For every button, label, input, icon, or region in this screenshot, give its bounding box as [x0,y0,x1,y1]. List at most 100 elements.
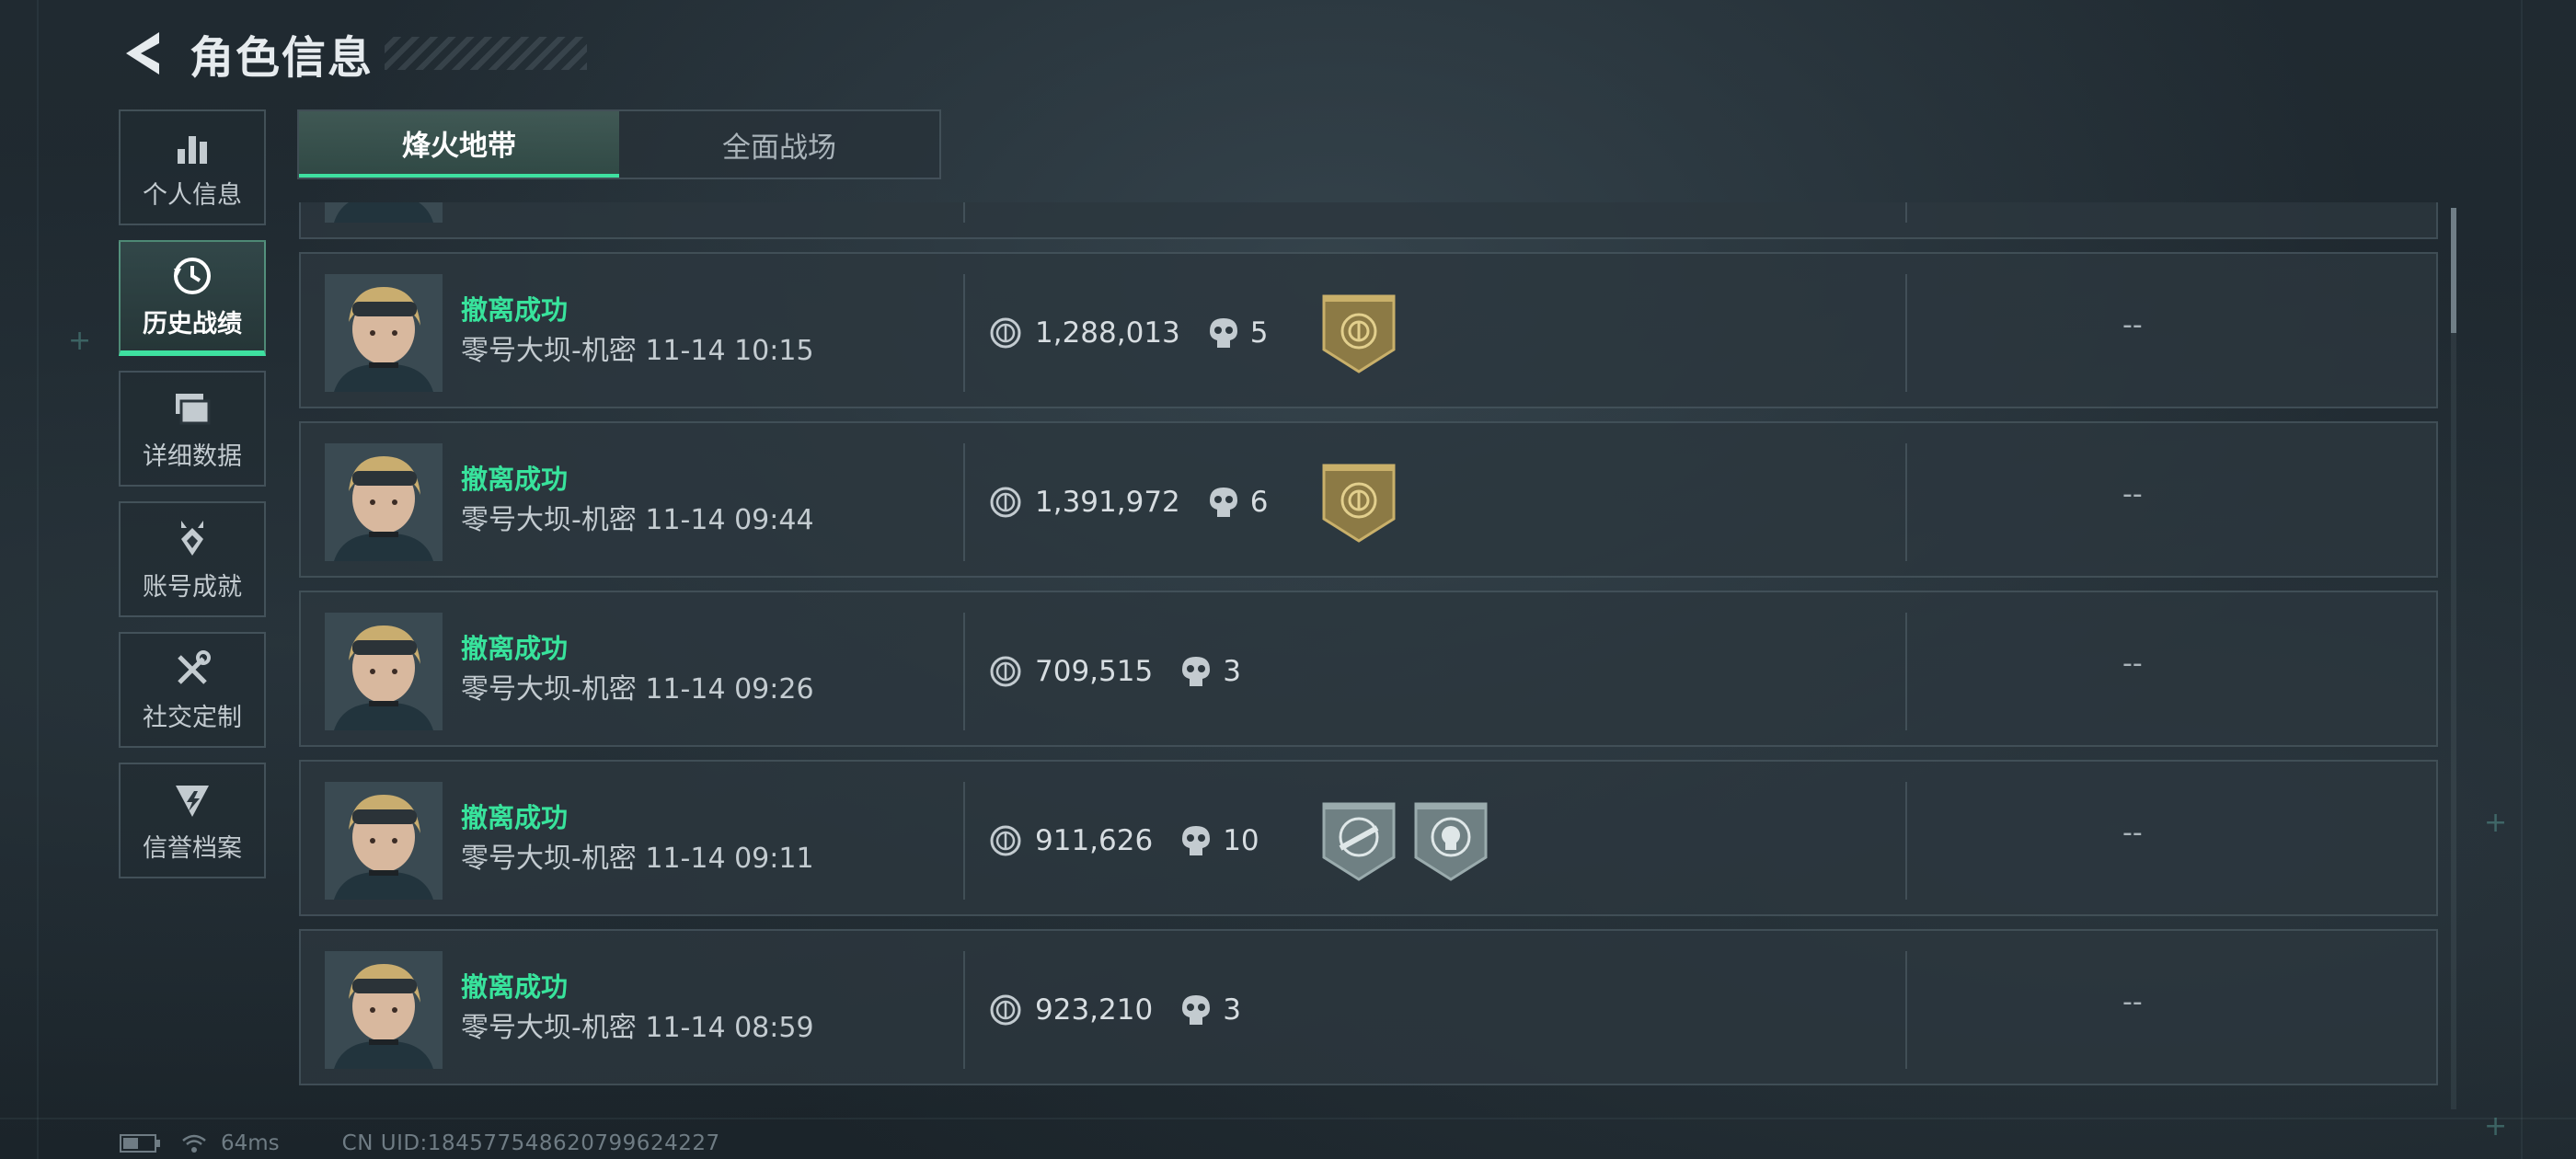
row-divider [1905,274,1907,392]
extra-value: -- [2122,478,2143,511]
extract-value-group: 923,210 3 [989,990,1241,1030]
match-map-time: 零号大坝-机密 11-14 08:59 [461,1012,814,1044]
sidebar-item-match-history[interactable]: 历史战绩 [119,240,266,356]
operator-avatar [325,202,443,223]
match-map-time: 零号大坝-机密 11-14 10:15 [461,335,814,367]
extract-value-group: 1,288,013 5 [989,313,1269,353]
coin-icon [989,486,1022,519]
row-divider [963,613,965,730]
status-footer: 64ms CN UID:1845775486207996242​27 [120,1130,720,1157]
wifi-icon [180,1132,208,1154]
match-row[interactable]: 撤离成功 零号大坝-机密 11-14 09:26 709,515 3 -- [299,591,2438,747]
match-row[interactable]: 撤离成功零号大坝-机密 11-14 09:44 1,391,972 6 -- [299,421,2438,578]
skull-icon [1208,316,1239,350]
match-badges [1320,462,1412,545]
row-divider [1905,202,1907,223]
title-decoration [385,37,588,70]
extra-value: -- [2122,817,2143,849]
coin-icon [989,824,1022,857]
coin-icon [989,316,1022,350]
extra-value: -- [2122,309,2143,341]
match-badges [1320,800,1504,883]
extract-value: 911,626 [1035,824,1154,857]
credit-shield-icon [170,778,214,822]
operator-avatar [325,613,443,730]
battery-icon [120,1133,162,1153]
operator-avatar [325,951,443,1069]
match-row[interactable]: 撤离成功零号大坝-机密 11-14 10:32648,5126-- [299,202,2438,239]
row-divider [963,951,965,1069]
sidebar-item-credit-record[interactable]: 信誉档案 [119,763,266,878]
silver-rifle-badge[interactable] [1320,800,1397,883]
match-list-inner: 撤离成功零号大坝-机密 11-14 10:32648,5126--撤离成功零号大… [299,202,2438,1098]
match-row[interactable]: 撤离成功 零号大坝-机密 11-14 08:59 923,210 3 -- [299,929,2438,1085]
coin-icon [989,655,1022,688]
row-divider [963,202,965,223]
kill-count: 6 [1249,486,1269,519]
extract-value: 1,288,013 [1035,316,1180,350]
match-map-time: 零号大坝-机密 11-14 09:11 [461,843,814,875]
decor-cross: + [68,325,92,357]
sidebar-item-achievements[interactable]: 账号成就 [119,501,266,617]
achievement-icon [170,517,214,561]
kill-count: 3 [1223,993,1241,1027]
extract-value: 709,515 [1035,655,1154,688]
sidebar-item-label: 社交定制 [143,703,242,732]
game-screen: + + + 角色信息 个人信息 历史战绩 详细数据 账号成就 社交定制 信誉档案… [0,0,2576,1159]
gold-coin-badge[interactable] [1320,462,1397,545]
kill-count: 10 [1223,824,1259,857]
kill-count: 5 [1249,316,1269,350]
skull-icon [1180,993,1212,1027]
back-arrow-icon[interactable] [120,26,167,81]
extract-value-group: 911,626 10 [989,820,1259,861]
kill-count: 3 [1223,655,1241,688]
match-row[interactable]: 撤离成功零号大坝-机密 11-14 09:11 911,626 10 -- [299,760,2438,916]
skull-icon [1180,824,1212,857]
match-list[interactable]: 撤离成功零号大坝-机密 11-14 10:32648,5126--撤离成功零号大… [299,202,2438,1109]
operator-avatar [325,274,443,392]
row-divider [1905,951,1907,1069]
sidebar-item-social-custom[interactable]: 社交定制 [119,632,266,748]
ping-text: 64ms [221,1131,280,1155]
extract-value-group: 1,391,972 6 [989,482,1269,522]
extra-value: -- [2122,648,2143,680]
sidebar-item-label: 详细数据 [143,442,242,471]
row-divider [963,274,965,392]
match-status: 撤离成功 [461,464,569,495]
sidebar-item-personal-info[interactable]: 个人信息 [119,109,266,225]
header: 角色信息 [120,22,588,85]
coin-icon [989,993,1022,1027]
decor-line [37,0,39,1159]
decor-line [2521,0,2523,1159]
match-map-time: 零号大坝-机密 11-14 09:44 [461,504,814,536]
bar-chart-icon [170,125,214,169]
gold-coin-badge[interactable] [1320,293,1397,375]
sidebar-item-label: 历史战绩 [143,309,242,339]
sidebar-item-label: 信誉档案 [143,833,242,863]
tab-warfire-zone[interactable]: 烽火地带 [299,111,619,178]
operator-avatar [325,443,443,561]
sidebar-item-detailed-data[interactable]: 详细数据 [119,371,266,487]
sidebar: 个人信息 历史战绩 详细数据 账号成就 社交定制 信誉档案 [119,109,266,893]
scrollbar[interactable] [2451,208,2456,1109]
match-status: 撤离成功 [461,971,569,1003]
mode-tabs: 烽火地带 全面战场 [297,109,941,179]
match-status: 撤离成功 [461,294,569,326]
uid-text: CN UID:1845775486207996242​27 [341,1131,720,1155]
tab-all-out-war[interactable]: 全面战场 [619,111,939,178]
sidebar-item-label: 个人信息 [143,180,242,210]
silver-skull-badge[interactable] [1412,800,1489,883]
match-status: 撤离成功 [461,802,569,833]
row-divider [1905,782,1907,900]
decor-cross: + [2484,807,2508,839]
extract-value-group: 709,515 3 [989,651,1241,692]
operator-avatar [325,782,443,900]
extract-value: 923,210 [1035,993,1154,1027]
match-row[interactable]: 撤离成功零号大坝-机密 11-14 10:15 1,288,013 5 -- [299,252,2438,408]
row-divider [963,443,965,561]
scrollbar-thumb[interactable] [2451,208,2456,333]
folder-stack-icon [170,386,214,430]
skull-icon [1180,655,1212,688]
row-divider [1905,613,1907,730]
tools-icon [170,648,214,692]
